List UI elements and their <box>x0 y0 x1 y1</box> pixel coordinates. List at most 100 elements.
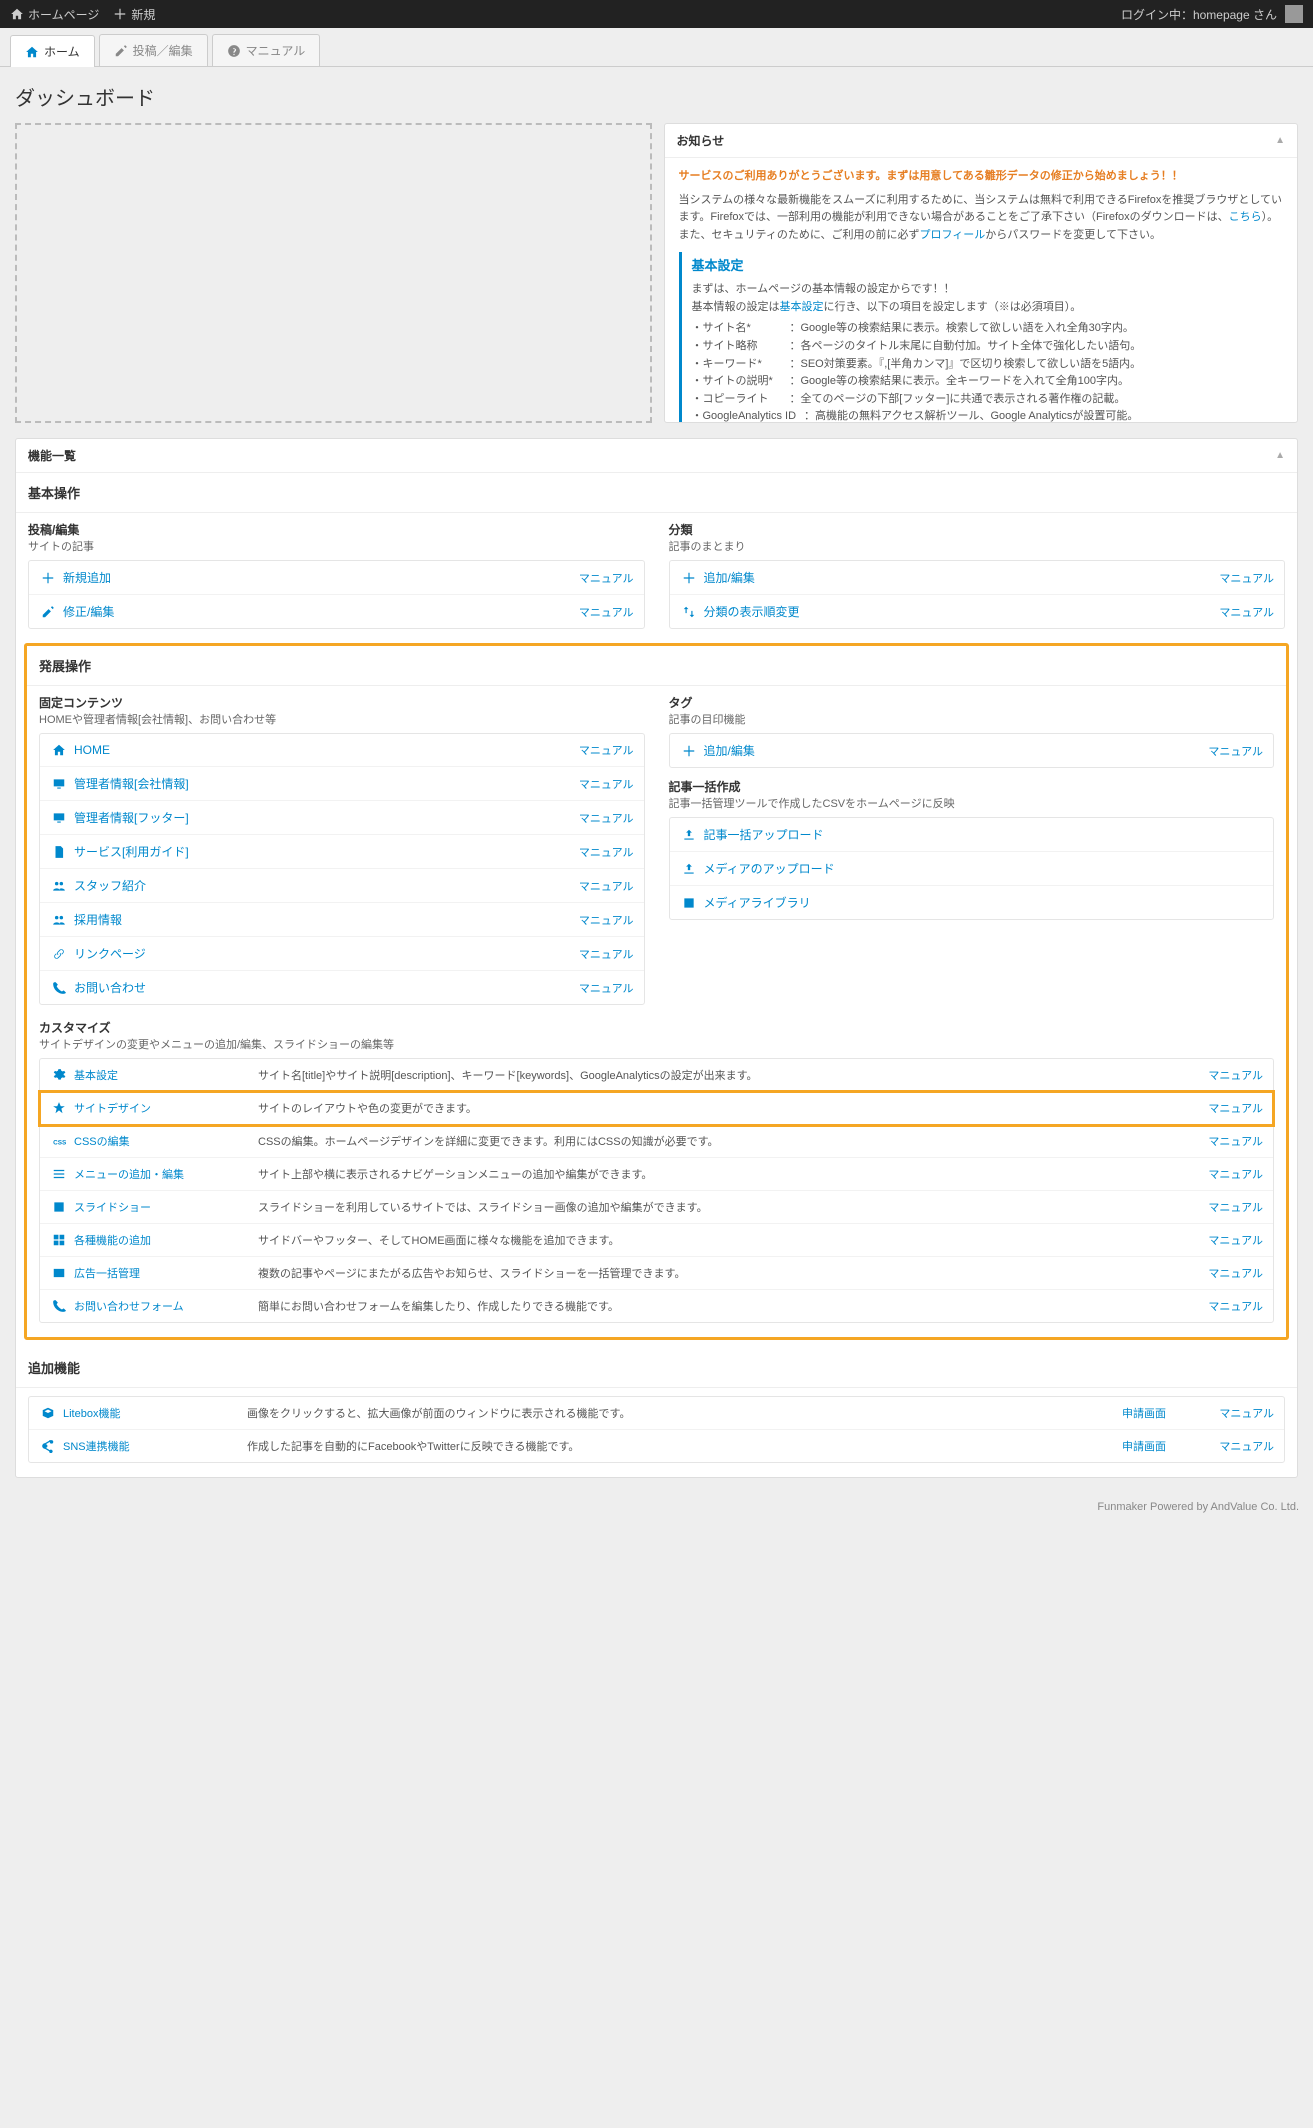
link-基本設定[interactable]: 基本設定 <box>68 1067 258 1083</box>
tab-manual[interactable]: マニュアル <box>212 34 321 66</box>
table-row: お問い合わせフォーム簡単にお問い合わせフォームを編集したり、作成したりできる機能… <box>40 1290 1273 1322</box>
manual-link[interactable]: マニュアル <box>1219 604 1274 620</box>
basic-settings-link[interactable]: 基本設定 <box>780 301 824 313</box>
ad-icon <box>50 1266 68 1280</box>
adv-ops-heading: 発展操作 <box>27 646 1286 685</box>
link-追加/編集[interactable]: 追加/編集 <box>698 742 1209 759</box>
manual-link[interactable]: マニュアル <box>1219 570 1274 586</box>
link-HOME[interactable]: HOME <box>68 743 579 757</box>
profile-link[interactable]: プロフィール <box>920 229 986 241</box>
footer-credit: Funmaker Powered by AndValue Co. Ltd. <box>0 1493 1313 1533</box>
avatar[interactable] <box>1285 5 1303 23</box>
box-icon <box>39 1406 57 1420</box>
users-icon <box>50 879 68 893</box>
link-管理者情報[フッター][interactable]: 管理者情報[フッター] <box>68 809 579 826</box>
link-広告一括管理[interactable]: 広告一括管理 <box>68 1265 258 1281</box>
doc-icon <box>50 845 68 859</box>
link-新規追加[interactable]: 新規追加 <box>57 569 579 586</box>
list-item: 追加/編集マニュアル <box>670 734 1274 767</box>
list-item: 管理者情報[会社情報]マニュアル <box>40 767 644 801</box>
manual-link[interactable]: マニュアル <box>579 776 634 792</box>
manual-link[interactable]: マニュアル <box>579 878 634 894</box>
link-サービス[利用ガイド][interactable]: サービス[利用ガイド] <box>68 843 579 860</box>
link-メディアのアップロード[interactable]: メディアのアップロード <box>698 860 1264 877</box>
link-メディアライブラリ[interactable]: メディアライブラリ <box>698 894 1264 911</box>
upload-icon <box>680 862 698 876</box>
manual-link[interactable]: マニュアル <box>1183 1232 1263 1248</box>
firefox-link[interactable]: こちら <box>1229 211 1262 223</box>
link-スタッフ紹介[interactable]: スタッフ紹介 <box>68 877 579 894</box>
manual-link[interactable]: マニュアル <box>1183 1067 1263 1083</box>
plus-icon <box>113 7 127 21</box>
link-リンクページ[interactable]: リンクページ <box>68 945 579 962</box>
apply-link[interactable]: 申請画面 <box>1094 1438 1194 1454</box>
gear-icon <box>50 1068 68 1082</box>
star-icon <box>50 1101 68 1115</box>
manual-link[interactable]: マニュアル <box>579 844 634 860</box>
topbar-new[interactable]: 新規 <box>113 6 155 23</box>
manual-link[interactable]: マニュアル <box>579 742 634 758</box>
placeholder-box <box>15 123 652 423</box>
manual-link[interactable]: マニュアル <box>579 946 634 962</box>
manual-link[interactable]: マニュアル <box>1183 1298 1263 1314</box>
link-記事一括アップロード[interactable]: 記事一括アップロード <box>698 826 1264 843</box>
manual-link[interactable]: マニュアル <box>579 810 634 826</box>
link-修正/編集[interactable]: 修正/編集 <box>57 603 579 620</box>
table-row: SNS連携機能作成した記事を自動的にFacebookやTwitterに反映できる… <box>29 1430 1284 1462</box>
home-icon <box>25 45 39 59</box>
link-分類の表示順変更[interactable]: 分類の表示順変更 <box>698 603 1220 620</box>
manual-link[interactable]: マニュアル <box>579 570 634 586</box>
plus-icon <box>680 744 698 758</box>
manual-link[interactable]: マニュアル <box>1183 1133 1263 1149</box>
page-title: ダッシュボード <box>15 82 1298 111</box>
image-icon <box>50 1200 68 1214</box>
manual-link[interactable]: マニュアル <box>1183 1199 1263 1215</box>
manual-link[interactable]: マニュアル <box>579 912 634 928</box>
list-item: お問い合わせマニュアル <box>40 971 644 1004</box>
addon-heading: 追加機能 <box>16 1348 1297 1387</box>
link-CSSの編集[interactable]: CSSの編集 <box>68 1133 258 1149</box>
link-スライドショー[interactable]: スライドショー <box>68 1199 258 1215</box>
link-サイトデザイン[interactable]: サイトデザイン <box>68 1100 258 1116</box>
menu-icon <box>50 1167 68 1181</box>
manual-link[interactable]: マニュアル <box>579 980 634 996</box>
login-status[interactable]: ログイン中：homepage さん <box>1121 6 1277 23</box>
link-管理者情報[会社情報][interactable]: 管理者情報[会社情報] <box>68 775 579 792</box>
collapse-icon[interactable]: ▲ <box>1275 450 1285 461</box>
manual-link[interactable]: マニュアル <box>1208 743 1263 759</box>
topbar-home[interactable]: ホームページ <box>10 6 99 23</box>
manual-link[interactable]: マニュアル <box>1183 1100 1263 1116</box>
link-メニューの追加・編集[interactable]: メニューの追加・編集 <box>68 1166 258 1182</box>
apply-link[interactable]: 申請画面 <box>1094 1405 1194 1421</box>
manual-link[interactable]: マニュアル <box>1194 1438 1274 1454</box>
tab-post[interactable]: 投稿／編集 <box>99 34 208 66</box>
list-item: スタッフ紹介マニュアル <box>40 869 644 903</box>
tab-home[interactable]: ホーム <box>10 35 95 67</box>
list-item: 管理者情報[フッター]マニュアル <box>40 801 644 835</box>
manual-link[interactable]: マニュアル <box>579 604 634 620</box>
basic-ops-heading: 基本操作 <box>16 473 1297 512</box>
list-item: 分類の表示順変更マニュアル <box>670 595 1285 628</box>
manual-link[interactable]: マニュアル <box>1183 1166 1263 1182</box>
link-採用情報[interactable]: 採用情報 <box>68 911 579 928</box>
list-item: メディアライブラリ <box>670 886 1274 919</box>
notice-headline: サービスのご利用ありがとうございます。まずは用意してある雛形データの修正から始め… <box>679 168 1284 186</box>
link-SNS連携機能[interactable]: SNS連携機能 <box>57 1438 247 1454</box>
manual-link[interactable]: マニュアル <box>1183 1265 1263 1281</box>
link-お問い合わせフォーム[interactable]: お問い合わせフォーム <box>68 1298 258 1314</box>
list-item: リンクページマニュアル <box>40 937 644 971</box>
link-お問い合わせ[interactable]: お問い合わせ <box>68 979 579 996</box>
list-item: メディアのアップロード <box>670 852 1274 886</box>
table-row: 広告一括管理複数の記事やページにまたがる広告やお知らせ、スライドショーを一括管理… <box>40 1257 1273 1290</box>
manual-link[interactable]: マニュアル <box>1194 1405 1274 1421</box>
grid-icon <box>50 1233 68 1247</box>
table-row: メニューの追加・編集サイト上部や横に表示されるナビゲーションメニューの追加や編集… <box>40 1158 1273 1191</box>
basic-settings-heading: 基本設定 <box>692 256 1274 277</box>
link-各種機能の追加[interactable]: 各種機能の追加 <box>68 1232 258 1248</box>
link-追加/編集[interactable]: 追加/編集 <box>698 569 1220 586</box>
table-row: CSSの編集CSSの編集。ホームページデザインを詳細に変更できます。利用にはCS… <box>40 1125 1273 1158</box>
link-Litebox機能[interactable]: Litebox機能 <box>57 1405 247 1421</box>
list-item: 新規追加マニュアル <box>29 561 644 595</box>
table-row: 各種機能の追加サイドバーやフッター、そしてHOME画面に様々な機能を追加できます… <box>40 1224 1273 1257</box>
collapse-icon[interactable]: ▲ <box>1275 135 1285 146</box>
